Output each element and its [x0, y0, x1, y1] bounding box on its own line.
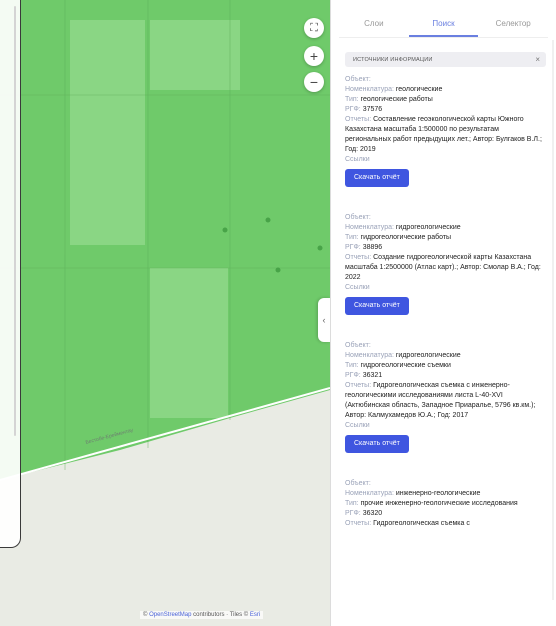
rfg-row: РГФ: 36320	[345, 509, 546, 519]
nomenclature-value: гидрогеологические	[395, 224, 461, 231]
reports-label: Отчеты:	[345, 116, 372, 123]
list-item: Объект: Номенклатура: гидрогеологические…	[345, 341, 546, 479]
report-row: Отчеты: Гидрогеологическая съемка с	[345, 519, 546, 529]
links-label: Ссылки	[345, 422, 370, 429]
filter-chip[interactable]: ИСТОЧНИКИ ИНФОРМАЦИИ ×	[345, 52, 546, 67]
type-value: гидрогеологические работы	[360, 234, 452, 241]
report-value: Гидрогеологическая съемка с инженерно-ге…	[345, 382, 536, 419]
report-row: Отчеты: Гидрогеологическая съемка с инже…	[345, 381, 546, 421]
map-view[interactable]: Бестобе-Ерейментау ⛶ + − ‹ © OpenStreetM…	[0, 0, 330, 626]
type-row: Тип: геологические работы	[345, 95, 546, 105]
report-row: Отчеты: Создание гидрогеологической карт…	[345, 253, 546, 283]
nomenclature-row: Номенклатура: гидрогеологические	[345, 223, 546, 233]
nomenclature-label: Номенклатура:	[345, 490, 394, 497]
attribution-prefix: ©	[143, 612, 148, 618]
type-label: Тип:	[345, 96, 359, 103]
reports-label: Отчеты:	[345, 382, 372, 389]
nomenclature-value: инженерно-геологические	[395, 490, 481, 497]
object-label: Объект:	[345, 480, 371, 487]
download-report-button[interactable]: Скачать отчёт	[345, 297, 409, 315]
chevron-left-icon: ‹	[322, 315, 326, 325]
search-results-panel: Слои Поиск Селектор ИСТОЧНИКИ ИНФОРМАЦИИ…	[330, 0, 556, 626]
rfg-value: 38896	[362, 244, 383, 251]
layers-icon[interactable]: ⛶	[304, 18, 324, 38]
rfg-label: РГФ:	[345, 372, 361, 379]
rfg-value: 36320	[362, 510, 383, 517]
reports-label: Отчеты:	[345, 254, 372, 261]
zone-polygon-light[interactable]	[150, 20, 240, 90]
report-value: Создание гидрогеологической карты Казахс…	[345, 254, 541, 281]
nomenclature-label: Номенклатура:	[345, 352, 394, 359]
zoom-in-button[interactable]: +	[304, 46, 324, 66]
download-report-button[interactable]: Скачать отчёт	[345, 435, 409, 453]
type-label: Тип:	[345, 362, 359, 369]
attribution-contributors: contributors · Tiles ©	[191, 612, 249, 618]
type-value: прочие инженерно-геологические исследова…	[360, 500, 518, 507]
layers-side-panel[interactable]	[0, 0, 21, 548]
type-row: Тип: гидрогеологические работы	[345, 233, 546, 243]
type-row: Тип: прочие инженерно-геологические иссл…	[345, 499, 546, 509]
rfg-row: РГФ: 38896	[345, 243, 546, 253]
type-row: Тип: гидрогеологические съемки	[345, 361, 546, 371]
zoom-out-button[interactable]: −	[304, 72, 324, 92]
zone-polygon-light[interactable]	[70, 20, 145, 245]
nomenclature-label: Номенклатура:	[345, 224, 394, 231]
nomenclature-row: Номенклатура: гидрогеологические	[345, 351, 546, 361]
nomenclature-value: геологические	[395, 86, 443, 93]
type-value: гидрогеологические съемки	[360, 362, 451, 369]
type-label: Тип:	[345, 500, 359, 507]
reports-label: Отчеты:	[345, 520, 372, 527]
zone-polygon-light[interactable]	[150, 268, 228, 418]
map-attribution: © OpenStreetMap contributors · Tiles © E…	[140, 611, 264, 619]
object-label: Объект:	[345, 214, 371, 221]
filter-chip-label: ИСТОЧНИКИ ИНФОРМАЦИИ	[353, 56, 433, 63]
rfg-value: 36321	[362, 372, 383, 379]
links-label: Ссылки	[345, 284, 370, 291]
type-value: геологические работы	[360, 96, 433, 103]
tab-search[interactable]: Поиск	[408, 19, 479, 37]
links-label: Ссылки	[345, 156, 370, 163]
nomenclature-label: Номенклатура:	[345, 86, 394, 93]
rfg-label: РГФ:	[345, 510, 361, 517]
rfg-value: 37576	[362, 106, 383, 113]
tab-selector[interactable]: Селектор	[478, 19, 548, 37]
object-label: Объект:	[345, 76, 371, 83]
report-value: Гидрогеологическая съемка с	[373, 520, 470, 527]
nomenclature-row: Номенклатура: геологические	[345, 85, 546, 95]
side-panel-scrollbar[interactable]	[14, 6, 16, 436]
rfg-row: РГФ: 37576	[345, 105, 546, 115]
download-report-button[interactable]: Скачать отчёт	[345, 169, 409, 187]
osm-link[interactable]: OpenStreetMap	[149, 612, 191, 618]
map-canvas[interactable]: Бестобе-Ерейментау	[0, 0, 330, 626]
rfg-label: РГФ:	[345, 106, 361, 113]
object-label: Объект:	[345, 342, 371, 349]
report-value: Составление геоэкологической карты Южног…	[345, 116, 542, 153]
tab-layers[interactable]: Слои	[339, 19, 409, 37]
list-item: Объект: Номенклатура: гидрогеологические…	[345, 213, 546, 341]
list-item: Объект: Номенклатура: инженерно-геологич…	[345, 479, 546, 555]
report-row: Отчеты: Составление геоэкологической кар…	[345, 115, 546, 155]
results-scrollbar[interactable]	[552, 40, 554, 600]
nomenclature-row: Номенклатура: инженерно-геологические	[345, 489, 546, 499]
type-label: Тип:	[345, 234, 359, 241]
close-icon[interactable]: ×	[535, 55, 540, 64]
rfg-label: РГФ:	[345, 244, 361, 251]
rfg-row: РГФ: 36321	[345, 371, 546, 381]
esri-link[interactable]: Esri	[248, 612, 260, 618]
list-item: Объект: Номенклатура: геологические Тип:…	[345, 75, 546, 213]
nomenclature-value: гидрогеологические	[395, 352, 461, 359]
panel-tabs: Слои Поиск Селектор	[339, 0, 548, 38]
panel-collapse-handle[interactable]: ‹	[318, 298, 330, 342]
results-list: Объект: Номенклатура: геологические Тип:…	[331, 75, 556, 555]
